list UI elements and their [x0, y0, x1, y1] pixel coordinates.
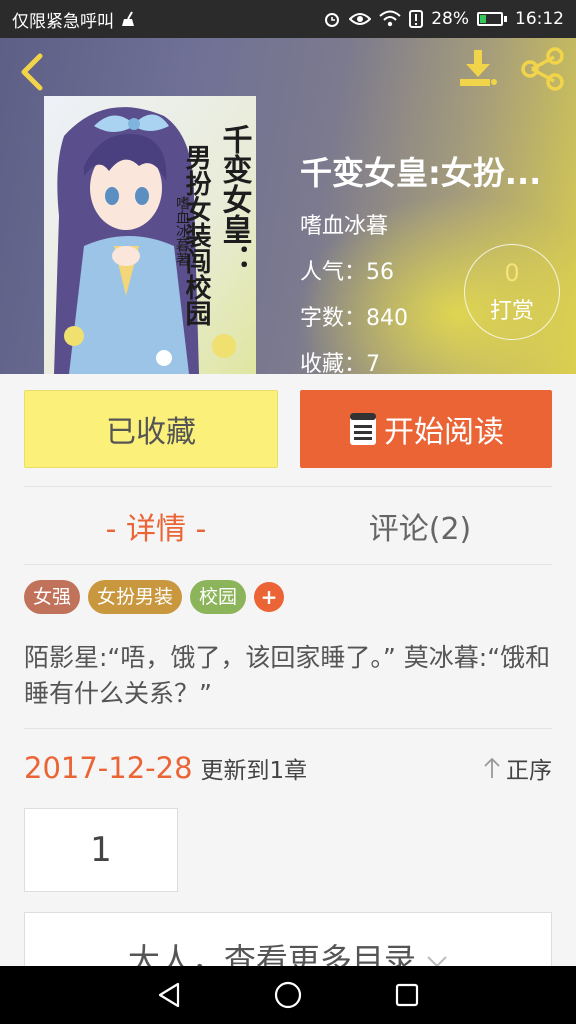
update-row: 2017-12-28 更新到1章 正序 [24, 748, 552, 788]
battery-icon [477, 12, 507, 26]
cover-author: 嗜血冰暮著 [174, 196, 190, 266]
tip-button[interactable]: 0 打赏 [464, 244, 560, 340]
divider [24, 728, 552, 729]
book-description: 陌影星:“唔，饿了，该回家睡了。” 莫冰暮:“饿和睡有什么关系？” [24, 643, 551, 708]
divider [24, 486, 552, 487]
divider [24, 564, 552, 565]
square-recents-icon [395, 983, 418, 1007]
cover-illustration: 千变女皇： 男扮女装闯校园 嗜血冰暮著 [44, 96, 256, 374]
tip-count: 0 [504, 259, 520, 287]
eye-icon [349, 11, 372, 27]
share-icon [521, 47, 564, 91]
tag-item[interactable]: 女强 [24, 580, 81, 614]
tab-comments[interactable]: 评论(2) [288, 488, 552, 564]
book-cover[interactable]: 千变女皇： 男扮女装闯校园 嗜血冰暮著 [44, 96, 256, 374]
wifi-icon [379, 10, 401, 28]
sort-order-label: 正序 [506, 758, 552, 784]
tag-list: 女强 女扮男装 校园 + [24, 580, 285, 614]
clock: 16:12 [515, 9, 564, 29]
update-date: 2017-12-28 [24, 751, 193, 785]
start-reading-button[interactable]: 开始阅读 [300, 390, 552, 468]
chapter-item[interactable]: 1 [24, 808, 178, 892]
sim-alert-icon [409, 10, 424, 28]
broom-icon [120, 10, 138, 28]
triangle-back-icon [159, 982, 180, 1008]
book-header: 千变女皇： 男扮女装闯校园 嗜血冰暮著 千变女皇:女扮... 嗜血冰暮 人气：5… [0, 38, 576, 374]
chevron-left-icon [21, 53, 43, 91]
nav-recents-button[interactable] [387, 975, 427, 1015]
back-button[interactable] [16, 52, 52, 92]
nav-home-button[interactable] [268, 975, 308, 1015]
book-author[interactable]: 嗜血冰暮 [300, 208, 562, 240]
tag-item[interactable]: 女扮男装 [88, 580, 183, 614]
cover-title-col1: 千变女皇： [217, 124, 253, 274]
carrier-text: 仅限紧急呼叫 [12, 11, 114, 32]
circle-home-icon [274, 981, 302, 1009]
favorites-stat: 收藏：7 [300, 352, 380, 374]
tab-details[interactable]: - 详情 - [24, 488, 288, 564]
download-icon [460, 50, 497, 86]
battery-level [480, 15, 487, 23]
tip-label: 打赏 [489, 299, 534, 324]
download-button[interactable] [456, 46, 502, 92]
chapter-number: 1 [90, 830, 112, 870]
start-reading-label: 开始阅读 [384, 415, 504, 450]
sort-order-button[interactable]: 正序 [482, 751, 552, 785]
tag-item[interactable]: 校园 [190, 580, 247, 614]
arrow-up-icon [484, 757, 500, 778]
battery-percent: 28% [431, 9, 469, 29]
update-text: 更新到1章 [200, 758, 308, 784]
status-bar: 仅限紧急呼叫 28% 16:12 [0, 0, 576, 38]
collected-label: 已收藏 [106, 415, 196, 450]
alarm-icon [323, 10, 341, 28]
collected-button[interactable]: 已收藏 [24, 390, 278, 468]
book-icon [350, 413, 376, 445]
share-button[interactable] [520, 46, 566, 92]
detail-tabs: - 详情 - 评论(2) [24, 488, 552, 564]
add-tag-button[interactable]: + [254, 582, 285, 612]
book-title: 千变女皇:女扮... [300, 154, 542, 192]
nav-back-button[interactable] [149, 975, 189, 1015]
system-nav-bar [0, 966, 576, 1024]
